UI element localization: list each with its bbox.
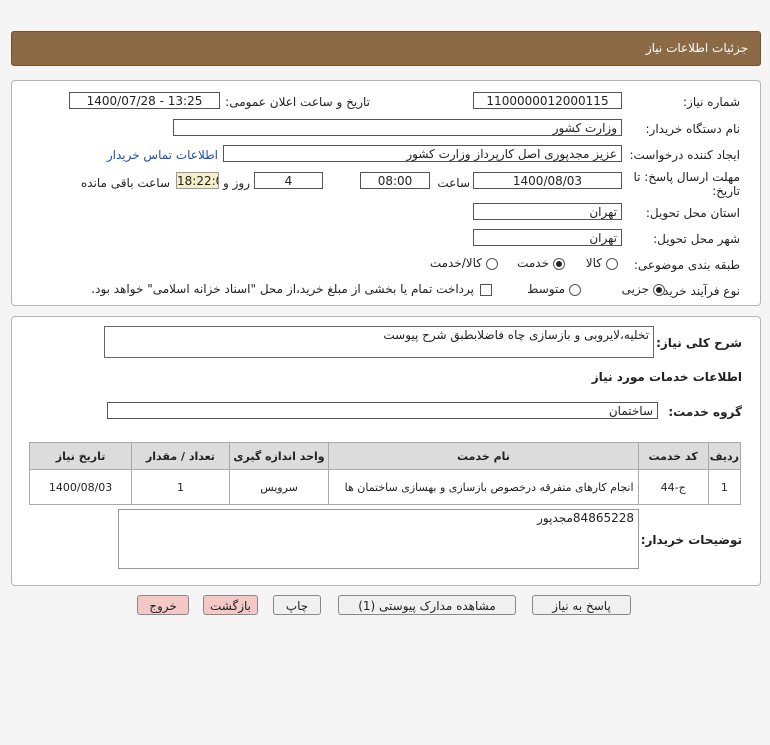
payment-note: پرداخت تمام یا بخشی از مبلغ خرید،از محل …: [91, 282, 474, 296]
buyer-org-label: نام دستگاه خریدار:: [645, 122, 741, 136]
buyer-notes-field: 84865228مجدپور: [118, 509, 639, 569]
process-label: نوع فرآیند خرید :: [655, 284, 740, 298]
province-label: استان محل تحویل:: [645, 206, 740, 220]
need-info-panel: [11, 80, 761, 306]
creator-label: ایجاد کننده درخواست:: [629, 148, 740, 162]
cell-qty: 1: [131, 469, 230, 505]
announce-field: 1400/07/28 - 13:25: [69, 92, 220, 109]
print-button[interactable]: چاپ: [273, 595, 321, 615]
col-header-name: نام خدمت: [328, 442, 639, 470]
category-option-goods: کالا: [585, 256, 602, 270]
process-option-minor: جزیی: [621, 282, 649, 296]
col-header-unit: واحد اندازه گیری: [228, 442, 330, 470]
city-field: تهران: [473, 229, 622, 246]
col-header-date: تاریخ نیاز: [28, 442, 133, 470]
category-radio-goods[interactable]: [606, 258, 618, 270]
category-radio-service[interactable]: [553, 258, 565, 270]
col-header-row: ردیف: [707, 442, 742, 470]
deadline-label-date: تاریخ:: [712, 184, 740, 198]
back-button[interactable]: بازگشت: [203, 595, 258, 615]
view-attachments-button[interactable]: مشاهده مدارک پیوستی (1): [338, 595, 516, 615]
contact-buyer-link[interactable]: اطلاعات تماس خریدار: [107, 148, 218, 162]
cell-unit: سرویس: [228, 469, 330, 505]
process-radio-medium[interactable]: [569, 284, 581, 296]
exit-button[interactable]: خروج: [137, 595, 189, 615]
remaining-time-field: 18:22:04: [176, 172, 219, 189]
service-group-label: گروه خدمت:: [668, 405, 742, 419]
col-header-qty: تعداد / مقدار: [131, 442, 230, 470]
deadline-time-field: 08:00: [360, 172, 430, 189]
category-radio-goods-service[interactable]: [486, 258, 498, 270]
cell-date: 1400/08/03: [28, 469, 133, 505]
creator-field: عزیز مجدپوری اصل کارپرداز وزارت کشور: [223, 145, 622, 162]
cell-code: ج-44: [637, 469, 709, 505]
cell-row: 1: [707, 469, 742, 505]
treasury-payment-checkbox[interactable]: [480, 284, 492, 296]
need-number-label: شماره نیاز:: [683, 95, 740, 109]
cell-name: انجام کارهای متفرقه درخصوص بازسازی و بهس…: [328, 469, 639, 505]
city-label: شهر محل تحویل:: [653, 232, 740, 246]
deadline-date-field: 1400/08/03: [473, 172, 622, 189]
days-label: روز و: [223, 176, 250, 190]
category-option-goods-service: کالا/خدمت: [429, 256, 482, 270]
remaining-label: ساعت باقی مانده: [80, 176, 170, 190]
services-table: تاریخ نیاز تعداد / مقدار واحد اندازه گیر…: [28, 442, 742, 505]
buyer-org-field: وزارت کشور: [173, 119, 622, 136]
need-number-field: 1100000012000115: [473, 92, 622, 109]
service-group-field: ساختمان: [107, 402, 658, 419]
table-row: 1400/08/03 1 سرویس انجام کارهای متفرقه د…: [28, 469, 742, 505]
process-option-medium: متوسط: [527, 282, 565, 296]
buyer-notes-label: توضیحات خریدار:: [640, 533, 742, 547]
description-label: شرح کلی نیاز:: [656, 336, 742, 350]
category-option-service: خدمت: [517, 256, 549, 270]
days-field: 4: [254, 172, 323, 189]
announce-label: تاریخ و ساعت اعلان عمومی:: [225, 95, 370, 109]
deadline-label: مهلت ارسال پاسخ: تا: [633, 170, 740, 184]
category-label: طبقه بندی موضوعی:: [633, 258, 740, 272]
province-field: تهران: [473, 203, 622, 220]
page-title: جزئیات اطلاعات نیاز: [645, 41, 748, 55]
time-label: ساعت: [437, 176, 470, 190]
description-field: تخلیه،لایروبی و بازسازی چاه فاضلابطبق شر…: [104, 326, 654, 358]
reply-button[interactable]: پاسخ به نیاز: [532, 595, 631, 615]
process-radio-minor[interactable]: [653, 284, 665, 296]
page-header: جزئیات اطلاعات نیاز: [11, 31, 761, 66]
services-heading: اطلاعات خدمات مورد نیاز: [591, 370, 742, 384]
col-header-code: کد خدمت: [637, 442, 709, 470]
